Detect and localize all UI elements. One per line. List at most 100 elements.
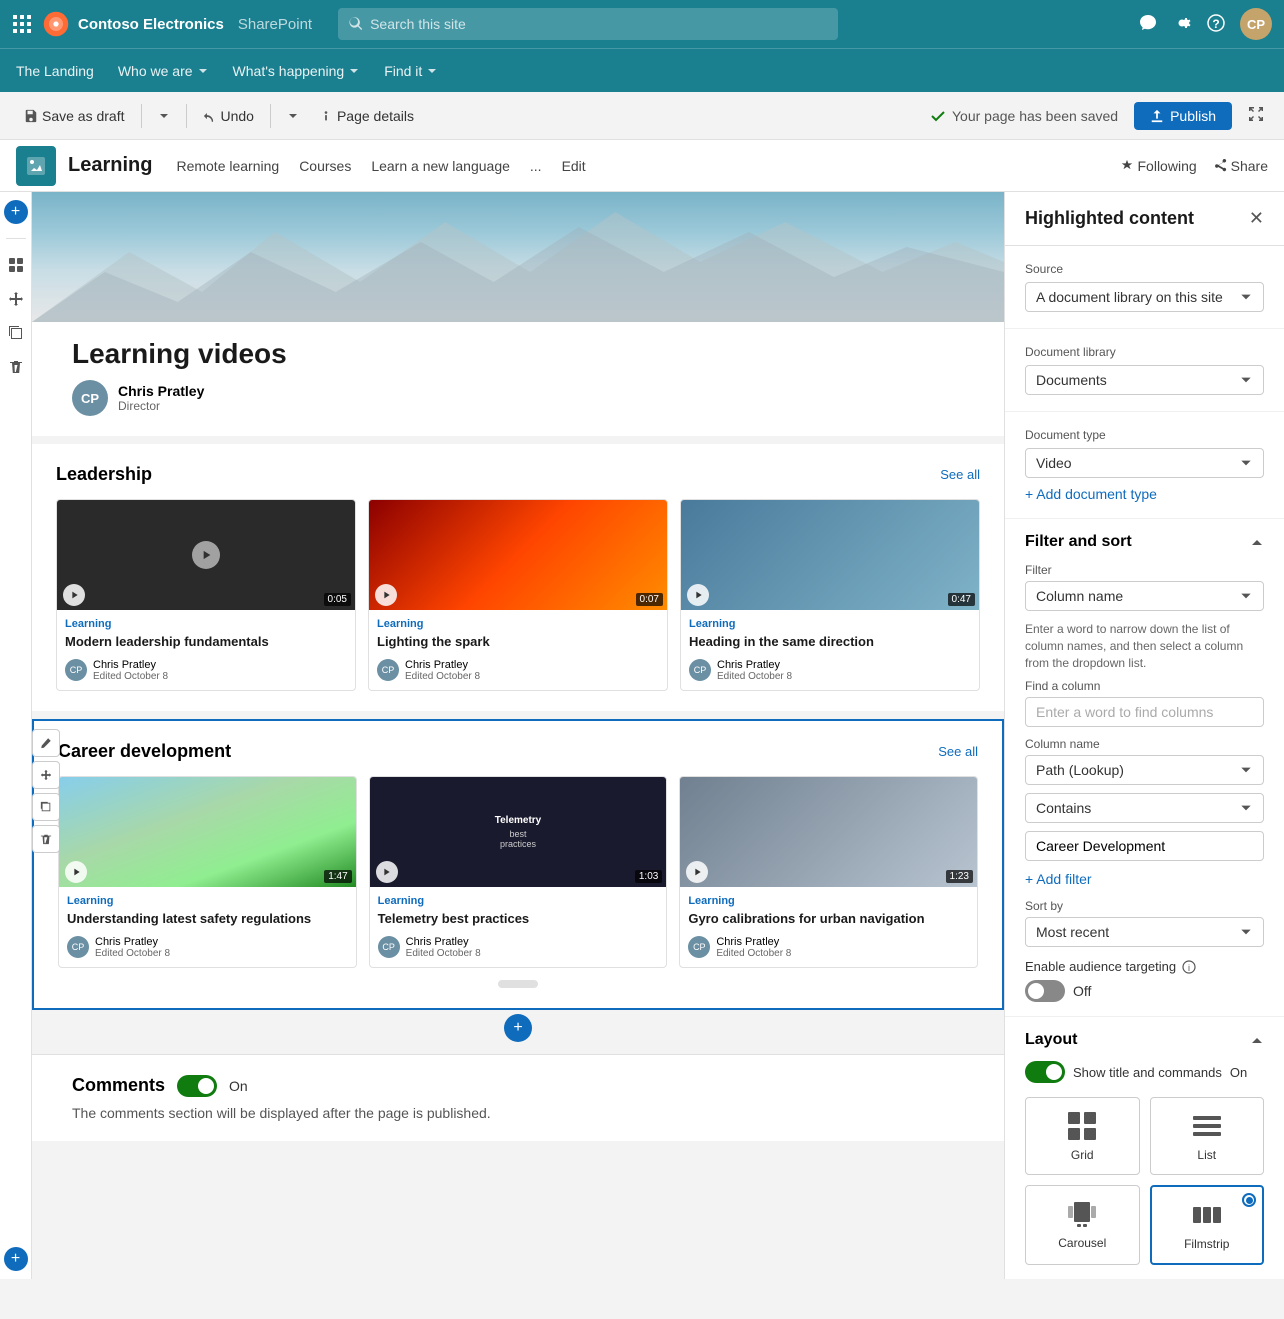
video-title: Lighting the spark bbox=[377, 634, 659, 651]
sub-nav-more[interactable]: ... bbox=[530, 158, 542, 174]
site-nav-landing[interactable]: The Landing bbox=[16, 63, 94, 79]
layout-section: Layout Show title and commands On bbox=[1005, 1017, 1284, 1279]
source-dropdown[interactable]: A document library on this site bbox=[1025, 282, 1264, 312]
sub-page-navigation: Learning Remote learning Courses Learn a… bbox=[0, 140, 1284, 192]
layout-filmstrip-option[interactable]: Filmstrip bbox=[1150, 1185, 1265, 1265]
highlighted-content-panel: Highlighted content ✕ Source A document … bbox=[1004, 192, 1284, 1279]
find-column-row: Find a column bbox=[1025, 679, 1264, 727]
sort-by-dropdown[interactable]: Most recent bbox=[1025, 917, 1264, 947]
site-nav-whats-happening[interactable]: What's happening bbox=[233, 63, 361, 79]
filter-hint: Enter a word to narrow down the list of … bbox=[1025, 621, 1264, 671]
add-section-circle[interactable]: + bbox=[504, 1014, 532, 1042]
sub-nav-courses[interactable]: Courses bbox=[299, 158, 351, 174]
search-input[interactable] bbox=[370, 16, 828, 32]
web-part-icon[interactable] bbox=[4, 253, 28, 277]
section-delete-btn[interactable] bbox=[32, 825, 60, 853]
settings-icon[interactable] bbox=[1172, 13, 1192, 36]
add-section-top[interactable]: + bbox=[4, 200, 28, 224]
section-move-btn[interactable] bbox=[32, 761, 60, 789]
sub-nav-language[interactable]: Learn a new language bbox=[371, 158, 510, 174]
filter-sort-header[interactable]: Filter and sort bbox=[1025, 533, 1264, 551]
layout-grid-option[interactable]: Grid bbox=[1025, 1097, 1140, 1175]
audience-label: Enable audience targeting bbox=[1025, 959, 1176, 974]
doc-library-dropdown[interactable]: Documents bbox=[1025, 365, 1264, 395]
filter-sort-section: Filter and sort Filter Column name Enter… bbox=[1005, 519, 1284, 1017]
page-details-button[interactable]: Page details bbox=[311, 104, 422, 128]
share-button[interactable]: Share bbox=[1213, 158, 1268, 174]
site-nav-find-it[interactable]: Find it bbox=[384, 63, 438, 79]
panel-close-button[interactable]: ✕ bbox=[1249, 208, 1264, 229]
layout-carousel-option[interactable]: Carousel bbox=[1025, 1185, 1140, 1265]
leadership-section: Leadership See all 0:05 bbox=[32, 444, 1004, 711]
toolbar-separator bbox=[6, 238, 26, 239]
video-card: 0:05 Learning Modern leadership fundamen… bbox=[56, 499, 356, 691]
filter-dropdown[interactable]: Column name bbox=[1025, 581, 1264, 611]
filmstrip-selected-indicator bbox=[1242, 1193, 1256, 1207]
author-job-title: Director bbox=[118, 399, 204, 413]
add-filter-button[interactable]: + Add filter bbox=[1025, 871, 1264, 887]
audience-toggle[interactable] bbox=[1025, 980, 1065, 1002]
video-author-avatar: CP bbox=[689, 659, 711, 681]
career-see-all[interactable]: See all bbox=[938, 744, 978, 759]
chat-icon[interactable] bbox=[1138, 13, 1158, 36]
video-card: 1:23 Learning Gyro calibrations for urba… bbox=[679, 776, 978, 968]
add-document-type-button[interactable]: + Add document type bbox=[1025, 486, 1264, 502]
video-author-avatar: CP bbox=[67, 936, 89, 958]
save-draft-button[interactable]: Save as draft bbox=[16, 104, 133, 128]
help-icon[interactable]: ? bbox=[1206, 13, 1226, 36]
site-nav-who-we-are[interactable]: Who we are bbox=[118, 63, 209, 79]
layout-list-option[interactable]: List bbox=[1150, 1097, 1265, 1175]
video-duration: 1:47 bbox=[324, 870, 351, 883]
video-author-avatar: CP bbox=[378, 936, 400, 958]
career-section: Career development See all 1:47 Learning… bbox=[32, 719, 1004, 1010]
video-author-row: CP Chris Pratley Edited October 8 bbox=[689, 659, 971, 682]
toolbar-divider-3 bbox=[270, 104, 271, 128]
panel-doc-library-section: Document library Documents bbox=[1005, 329, 1284, 412]
leadership-see-all[interactable]: See all bbox=[940, 467, 980, 482]
column-name-dropdown[interactable]: Path (Lookup) bbox=[1025, 755, 1264, 785]
play-button[interactable] bbox=[687, 584, 709, 606]
play-button[interactable] bbox=[376, 861, 398, 883]
expand-button[interactable] bbox=[1244, 102, 1268, 129]
video-card: Telemetry best practices 1:03 Learning T… bbox=[369, 776, 668, 968]
sub-nav-remote-learning[interactable]: Remote learning bbox=[176, 158, 279, 174]
layout-header[interactable]: Layout bbox=[1025, 1031, 1264, 1049]
publish-button[interactable]: Publish bbox=[1134, 102, 1232, 130]
save-draft-dropdown[interactable] bbox=[150, 106, 178, 126]
find-column-input[interactable] bbox=[1025, 697, 1264, 727]
audience-toggle-row: Off bbox=[1025, 980, 1264, 1002]
video-duration: 0:07 bbox=[636, 593, 663, 606]
delete-icon[interactable] bbox=[4, 355, 28, 379]
show-title-toggle[interactable] bbox=[1025, 1061, 1065, 1083]
filmstrip-layout-icon bbox=[1191, 1199, 1223, 1231]
filter-value-input[interactable] bbox=[1025, 831, 1264, 861]
section-copy-btn[interactable] bbox=[32, 793, 60, 821]
play-button[interactable] bbox=[63, 584, 85, 606]
comments-label: Comments bbox=[72, 1075, 165, 1096]
doc-type-dropdown[interactable]: Video bbox=[1025, 448, 1264, 478]
find-column-label: Find a column bbox=[1025, 679, 1264, 693]
following-button[interactable]: Following bbox=[1120, 158, 1197, 174]
play-button[interactable] bbox=[686, 861, 708, 883]
section-edit-btn[interactable] bbox=[32, 729, 60, 757]
play-button[interactable] bbox=[375, 584, 397, 606]
copy-icon[interactable] bbox=[4, 321, 28, 345]
play-button[interactable] bbox=[65, 861, 87, 883]
move-icon[interactable] bbox=[4, 287, 28, 311]
undo-dropdown[interactable] bbox=[279, 106, 307, 126]
search-bar[interactable] bbox=[338, 8, 838, 40]
app-launcher[interactable] bbox=[12, 14, 32, 34]
comments-header: Comments On bbox=[72, 1075, 964, 1097]
svg-text:?: ? bbox=[1212, 17, 1219, 31]
author-row: CP Chris Pratley Director bbox=[72, 380, 964, 416]
audience-toggle-label: Off bbox=[1073, 983, 1091, 999]
video-author-row: CP Chris Pratley Edited October 8 bbox=[377, 659, 659, 682]
add-section-bottom[interactable]: + bbox=[4, 1247, 28, 1271]
contains-dropdown[interactable]: Contains bbox=[1025, 793, 1264, 823]
add-section-bar[interactable]: + bbox=[32, 1010, 1004, 1046]
undo-button[interactable]: Undo bbox=[195, 104, 262, 128]
user-avatar[interactable]: CP bbox=[1240, 8, 1272, 40]
comments-toggle[interactable] bbox=[177, 1075, 217, 1097]
sub-nav-edit[interactable]: Edit bbox=[562, 158, 586, 174]
panel-doc-type-section: Document type Video + Add document type bbox=[1005, 412, 1284, 519]
